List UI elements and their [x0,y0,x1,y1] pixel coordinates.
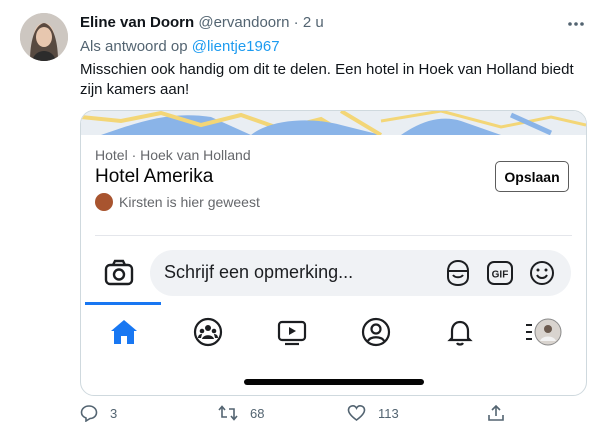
share-icon [488,404,504,421]
reply-action[interactable]: 3 [80,404,117,422]
active-tab-indicator [85,302,161,305]
tweet: Eline van Doorn @ervandoorn · 2 u Als an… [0,0,607,445]
author-name[interactable]: Eline van Doorn [80,14,194,31]
save-button[interactable]: Opslaan [495,161,569,192]
retweet-icon [218,405,238,421]
tweet-text: Misschien ook handig om dit te delen. Ee… [80,61,574,98]
reply-prefix: Als antwoord op [80,38,188,55]
retweet-count: 68 [250,405,265,421]
bottom-navigation [81,316,586,352]
emoji-icon[interactable] [528,259,556,287]
more-options-icon[interactable] [565,14,587,34]
visitor-avatar [95,193,113,211]
tweet-media-screenshot[interactable]: Hotel · Hoek van Holland Hotel Amerika K… [80,110,587,396]
comment-placeholder: Schrijf een opmerking... [164,262,354,282]
like-action[interactable]: 113 [347,404,399,422]
camera-icon[interactable] [103,259,135,287]
like-count: 113 [378,405,399,421]
share-action[interactable] [487,404,517,422]
place-category: Hotel · Hoek van Holland [95,147,251,163]
tweet-actions: 3 68 113 [0,404,607,428]
home-indicator-bar [244,379,424,385]
author-handle[interactable]: @ervandoorn [198,14,289,31]
avatar-sticker-icon[interactable] [444,259,472,287]
gif-icon[interactable]: GIF [486,259,514,287]
retweet-action[interactable]: 68 [218,404,264,422]
author-avatar[interactable] [20,13,68,61]
reply-context: Als antwoord op @lientje1967 [80,37,280,57]
home-icon[interactable] [108,316,140,348]
comment-input[interactable]: Schrijf een opmerking... GIF [150,250,571,296]
comment-row: Schrijf een opmerking... GIF [81,245,586,301]
tweet-header: Eline van Doorn @ervandoorn · 2 u [80,13,324,33]
watch-icon[interactable] [276,316,308,348]
groups-icon[interactable] [192,316,224,348]
map-preview [81,111,586,137]
reply-count: 3 [110,405,118,421]
visited-line: Kirsten is hier geweest [95,193,260,211]
header-separator: · [293,14,299,31]
place-card: Hotel · Hoek van Holland Hotel Amerika K… [81,135,586,235]
place-title[interactable]: Hotel Amerika [95,166,213,188]
notifications-icon[interactable] [444,316,476,348]
visited-text: Kirsten is hier geweest [119,194,260,210]
heart-icon [347,404,366,421]
profile-icon[interactable] [360,316,392,348]
reply-handle-link[interactable]: @lientje1967 [192,38,280,55]
reply-icon [80,405,98,422]
tweet-time[interactable]: 2 u [303,14,324,31]
divider [95,235,572,236]
svg-text:GIF: GIF [492,270,509,281]
menu-icon[interactable] [524,316,562,348]
